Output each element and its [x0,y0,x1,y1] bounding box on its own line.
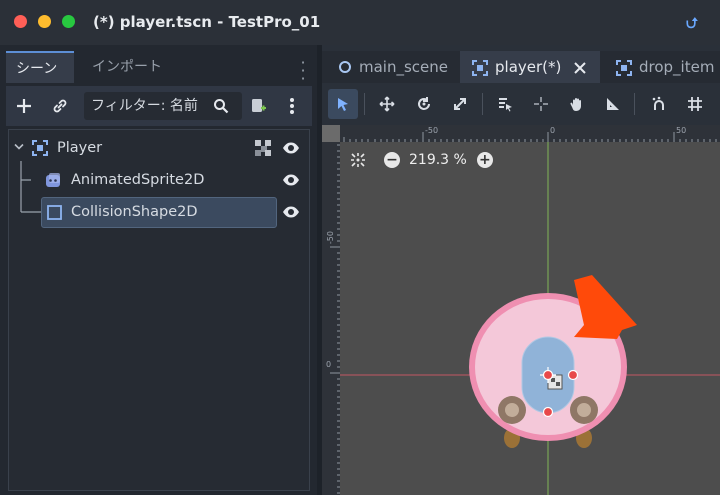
move-icon [379,96,395,112]
rotate-icon [418,97,430,110]
sprite-wheel-left-hub [505,403,519,417]
scene-instance-icon[interactable] [255,140,271,156]
search-icon [210,92,232,120]
instance-scene-button[interactable] [48,92,72,120]
window-maximize-button[interactable] [62,15,75,28]
title-bar: (*) player.tscn - TestPro_01 ⮍ [0,0,720,45]
node-label: CollisionShape2D [71,204,198,220]
rotate-mode-button[interactable] [409,89,439,119]
sprite-wheel-right-hub [577,403,591,417]
zoom-controls: − 219.3 % + [350,150,493,170]
tab-import[interactable]: インポート [82,51,172,83]
cursor-icon [338,98,348,111]
select-mode-button[interactable] [328,89,358,119]
add-node-button[interactable] [12,92,36,120]
tab-scene[interactable]: シーン [6,51,74,83]
filter-placeholder: フィルター: 名前 [91,98,198,114]
list-cursor-icon [499,98,512,112]
grid-snap-button[interactable] [680,89,710,119]
visibility-eye-icon[interactable] [282,140,300,156]
tree-row-player[interactable]: Player [9,133,309,163]
visibility-eye-icon[interactable] [282,172,300,188]
scene-dock: シーン インポート · · · フィルター: 名前 Player Animate… [0,45,317,495]
scene-tabs: main_scene player(*) drop_item [322,51,720,83]
window-title: (*) player.tscn - TestPro_01 [93,13,321,31]
zoom-level[interactable]: 219.3 % [409,152,467,168]
visibility-eye-icon[interactable] [282,204,300,220]
pivot-button[interactable] [526,89,556,119]
tree-row-animatedsprite2d[interactable]: AnimatedSprite2D [9,165,309,195]
scale-mode-button[interactable] [445,89,475,119]
tab-drop-item[interactable]: drop_item [604,51,720,83]
ruler-icon [607,98,619,110]
scene-toolbar: フィルター: 名前 [6,86,312,126]
collision-handle [542,406,554,418]
scene-menu-icon[interactable] [282,92,302,120]
pivot-icon [534,97,548,111]
scene-canvas[interactable] [322,125,720,495]
scene-tree: Player AnimatedSprite2D CollisionShape2D [8,129,310,491]
annotation-arrow [574,275,637,339]
animated-sprite-icon [46,173,60,187]
zoom-in-button[interactable]: + [476,152,493,168]
viewport-toolbar [322,85,720,123]
tab-main-scene[interactable]: main_scene [328,51,456,83]
circle-icon [339,61,351,73]
tab-player[interactable]: player(*) [460,51,600,83]
grid-icon [688,97,702,111]
toolbar-separator [482,93,483,115]
tab-label: main_scene [359,58,449,76]
canvas-viewport[interactable]: -50 0 50 -50 0 − 219.3 % + [322,125,720,495]
toolbar-separator [634,93,635,115]
toolbar-separator [364,93,365,115]
hand-icon [570,98,581,111]
ruler-mode-button[interactable] [598,89,628,119]
node2d-icon [616,60,632,76]
collision-handle [542,369,554,381]
collision-shape-icon [47,205,62,220]
script-add-icon [252,99,266,112]
snap-icon [652,96,664,110]
list-select-button[interactable] [490,89,520,119]
center-view-icon[interactable] [350,152,366,168]
close-icon[interactable] [573,61,587,75]
smart-snap-button[interactable] [644,89,674,119]
node2d-icon [472,60,488,76]
collision-handle [567,369,579,381]
dock-menu-icon[interactable]: · · · [298,55,308,87]
attach-script-button[interactable] [246,92,270,120]
pan-mode-button[interactable] [562,89,592,119]
git-branch-icon[interactable]: ⮍ [686,13,698,38]
main-editor: main_scene player(*) drop_item -50 0 50 … [322,45,720,495]
scale-icon [454,98,466,110]
tab-label: drop_item [639,58,715,76]
tab-label: player(*) [495,58,562,76]
plus-icon [17,99,31,113]
node2d-icon [32,140,48,156]
link-icon [53,99,67,113]
window-close-button[interactable] [14,15,27,28]
move-mode-button[interactable] [372,89,402,119]
zoom-out-button[interactable]: − [384,152,400,168]
node-label: Player [57,140,103,156]
dock-tabs: シーン インポート · · · [0,51,317,87]
node-label: AnimatedSprite2D [71,172,205,188]
tree-row-collisionshape2d[interactable]: CollisionShape2D [9,197,309,228]
window-minimize-button[interactable] [38,15,51,28]
chevron-down-icon[interactable] [14,143,24,151]
